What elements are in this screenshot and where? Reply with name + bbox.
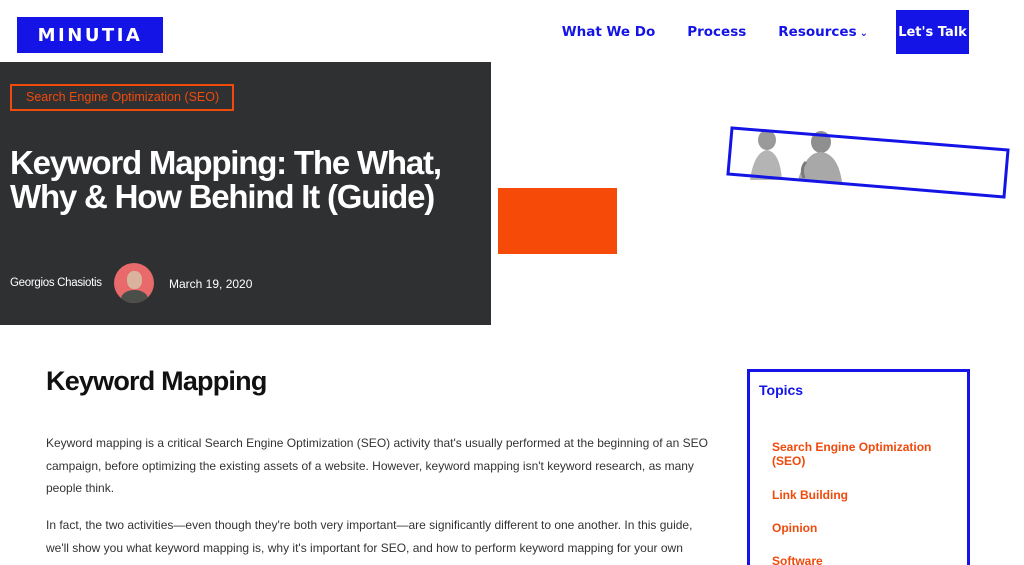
statue-illustration — [726, 126, 1010, 199]
page-title: Keyword Mapping: The What, Why & How Beh… — [10, 144, 442, 215]
topic-link-opinion[interactable]: Opinion — [772, 521, 952, 535]
article-paragraph: In fact, the two activities—even though … — [46, 518, 693, 555]
nav-what-we-do[interactable]: What We Do — [562, 24, 656, 40]
avatar-head — [127, 271, 142, 289]
nav-resources-label: Resources — [778, 24, 857, 40]
chevron-down-icon: ⌄ — [859, 28, 868, 39]
article-paragraph: Keyword mapping is a critical Search Eng… — [46, 436, 708, 495]
main-nav: What We Do Process Resources ⌄ Let's Talk — [530, 10, 969, 54]
nav-resources[interactable]: Resources ⌄ — [778, 24, 868, 40]
category-tag[interactable]: Search Engine Optimization (SEO) — [10, 84, 235, 111]
decorative-orange-block — [498, 188, 617, 254]
site-logo[interactable]: MINUTIA — [17, 17, 163, 53]
statue-figures — [750, 130, 842, 182]
article-heading: Keyword Mapping — [46, 366, 267, 396]
publish-date: March 19, 2020 — [169, 277, 253, 291]
topics-title: Topics — [759, 382, 804, 398]
topic-link-link-building[interactable]: Link Building — [772, 488, 952, 502]
topic-link-seo[interactable]: Search Engine Optimization (SEO) — [772, 440, 952, 468]
topics-sidebar: Topics Search Engine Optimization (SEO) … — [747, 369, 970, 565]
avatar — [114, 263, 154, 303]
topic-link-software[interactable]: Software — [772, 554, 952, 565]
article-hero: Search Engine Optimization (SEO) Keyword… — [0, 62, 491, 325]
avatar-body — [121, 290, 148, 303]
author-name: Georgios Chasiotis — [10, 277, 102, 289]
nav-process[interactable]: Process — [687, 24, 746, 40]
lets-talk-button[interactable]: Let's Talk — [896, 10, 969, 54]
